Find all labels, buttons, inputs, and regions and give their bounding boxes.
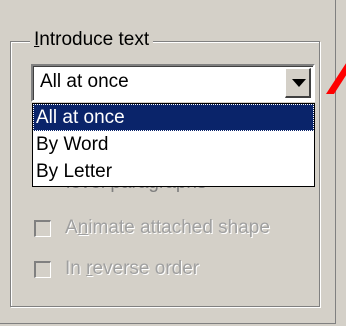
- animate-attached-shape-option[interactable]: Animate attached shape: [34, 217, 270, 239]
- introduce-text-label-rest: ntroduce text: [39, 29, 150, 50]
- reverse-order-label-pre: In: [65, 258, 87, 279]
- dropdown-item-all-at-once[interactable]: All at once: [33, 104, 314, 131]
- reverse-order-label: In reverse order: [65, 258, 199, 280]
- effects-dialog-panel: Introduce text All at once level paragra…: [0, 0, 346, 326]
- combo-dropdown-button[interactable]: [285, 68, 311, 98]
- animate-shape-label-post: imate attached shape: [88, 217, 270, 238]
- reverse-order-checkbox[interactable]: [34, 260, 51, 278]
- dropdown-item-by-word[interactable]: By Word: [33, 131, 314, 158]
- animate-attached-shape-checkbox[interactable]: [34, 219, 51, 237]
- reverse-order-option[interactable]: In reverse order: [34, 258, 199, 280]
- introduce-text-label: Introduce text: [30, 27, 154, 53]
- dropdown-item-by-letter[interactable]: By Letter: [33, 158, 314, 185]
- chevron-down-icon: [292, 79, 306, 87]
- introduce-text-dropdown-list[interactable]: All at once By Word By Letter: [32, 103, 315, 187]
- animate-shape-label-pre: A: [65, 217, 78, 238]
- animate-shape-accel: n: [77, 217, 89, 238]
- combo-current-value: All at once: [40, 71, 129, 92]
- introduce-text-combobox[interactable]: All at once: [31, 64, 315, 102]
- red-callout-arrow-icon: [326, 63, 346, 94]
- reverse-order-label-post: everse order: [92, 258, 200, 279]
- animate-attached-shape-label: Animate attached shape: [65, 217, 270, 239]
